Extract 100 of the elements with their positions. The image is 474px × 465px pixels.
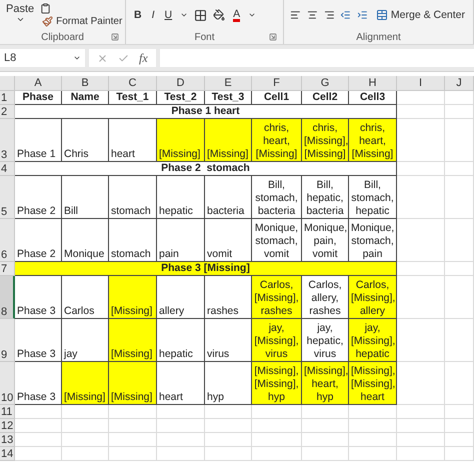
- format-button[interactable]: U: [162, 9, 174, 21]
- table-cell: Bill, stomach, hepatic: [349, 176, 397, 219]
- merge-center-button[interactable]: Merge & Center: [374, 9, 468, 21]
- align-right-icon[interactable]: [324, 9, 334, 21]
- table-cell: bacteria: [205, 176, 252, 219]
- caret-icon[interactable]: [248, 11, 256, 19]
- table-cell: pain: [157, 219, 205, 262]
- group-label: Font: [194, 32, 214, 42]
- table-cell: Phase 2: [15, 219, 62, 262]
- table-cell: Carlos, [Missing], allery: [349, 276, 397, 319]
- insert-function-button[interactable]: fx: [139, 50, 148, 66]
- table-cell: [Missing]: [109, 362, 157, 405]
- row-header[interactable]: 6: [0, 219, 15, 262]
- column-header[interactable]: I: [397, 76, 445, 91]
- table-cell: rashes: [205, 276, 252, 319]
- borders-icon[interactable]: [194, 8, 208, 22]
- column-header[interactable]: D: [157, 76, 205, 91]
- column-heading: Name: [62, 91, 109, 105]
- row-header[interactable]: 10: [0, 362, 15, 405]
- section-heading: Phase 3 [Missing]: [15, 262, 397, 276]
- table-cell: Chris: [62, 119, 109, 162]
- column-heading: Test_2: [157, 91, 205, 105]
- table-cell: chris, heart, [Missing]: [349, 119, 397, 162]
- table-cell: hepatic: [157, 319, 205, 362]
- table-cell: Bill, stomach, bacteria: [252, 176, 302, 219]
- row-header[interactable]: 14: [0, 447, 15, 461]
- column-heading: Phase: [15, 91, 62, 105]
- font-color-button[interactable]: A: [231, 8, 242, 22]
- paste-button[interactable]: Paste: [6, 3, 34, 24]
- row-header[interactable]: 4: [0, 162, 15, 176]
- row-header[interactable]: 3: [0, 119, 15, 162]
- table-cell: [Missing]: [62, 362, 109, 405]
- table-cell: Carlos: [62, 276, 109, 319]
- indent-increase-icon[interactable]: [357, 9, 368, 21]
- section-heading: Phase 2 stomach: [15, 162, 397, 176]
- format-button[interactable]: B: [132, 9, 144, 21]
- row-header[interactable]: 1: [0, 91, 15, 105]
- table-cell: Monique: [62, 219, 109, 262]
- table-cell: Phase 1: [15, 119, 62, 162]
- column-header[interactable]: B: [62, 76, 109, 91]
- check-icon[interactable]: [118, 52, 129, 64]
- row-header[interactable]: 5: [0, 176, 15, 219]
- caret-icon: [73, 54, 81, 62]
- table-cell: [Missing]: [157, 119, 205, 162]
- table-cell: Monique, stomach, vomit: [252, 219, 302, 262]
- cancel-icon[interactable]: [97, 52, 108, 64]
- table-cell: Phase 3: [15, 319, 62, 362]
- caret-icon[interactable]: [180, 11, 188, 19]
- row-header[interactable]: 13: [0, 433, 15, 447]
- column-heading: Cell1: [252, 91, 302, 105]
- group-label: Alignment: [356, 32, 401, 42]
- row-header[interactable]: 11: [0, 405, 15, 419]
- dialog-launcher-icon[interactable]: [269, 33, 277, 41]
- merge-icon: [376, 9, 388, 21]
- align-left-icon[interactable]: [290, 9, 301, 21]
- column-header[interactable]: E: [205, 76, 252, 91]
- column-heading: Test_1: [109, 91, 157, 105]
- table-cell: jay: [62, 319, 109, 362]
- table-cell: allery: [157, 276, 205, 319]
- column-header[interactable]: H: [349, 76, 397, 91]
- row-header[interactable]: 2: [0, 105, 15, 119]
- row-header[interactable]: 7: [0, 262, 15, 276]
- indent-decrease-icon[interactable]: [340, 9, 352, 21]
- paint-bucket-icon[interactable]: [213, 9, 226, 21]
- table-cell: Carlos, allery, rashes: [302, 276, 349, 319]
- column-header[interactable]: F: [252, 76, 302, 91]
- table-cell: hyp: [205, 362, 252, 405]
- table-cell: [Missing]: [109, 276, 157, 319]
- table-cell: hepatic: [157, 176, 205, 219]
- table-cell: Phase 2: [15, 176, 62, 219]
- align-center-icon[interactable]: [306, 9, 318, 21]
- column-header[interactable]: G: [302, 76, 349, 91]
- format-button[interactable]: I: [150, 9, 157, 21]
- column-header[interactable]: C: [109, 76, 157, 91]
- table-cell: virus: [205, 319, 252, 362]
- table-cell: Phase 3: [15, 362, 62, 405]
- table-cell: Carlos, [Missing], rashes: [252, 276, 302, 319]
- name-box[interactable]: L8: [0, 49, 85, 67]
- column-header[interactable]: A: [15, 76, 62, 91]
- format-painter-button[interactable]: Format Painter: [40, 16, 124, 27]
- table-cell: [Missing], [Missing], hyp: [252, 362, 302, 405]
- table-cell: Bill, hepatic, bacteria: [302, 176, 349, 219]
- table-cell: [Missing]: [109, 319, 157, 362]
- table-cell: [Missing], [Missing], heart: [349, 362, 397, 405]
- row-header[interactable]: 12: [0, 419, 15, 433]
- table-cell: jay, hepatic, virus: [302, 319, 349, 362]
- table-cell: vomit: [205, 219, 252, 262]
- group-label: Clipboard: [41, 32, 84, 42]
- copy-icon[interactable]: [40, 3, 52, 14]
- row-header[interactable]: 9: [0, 319, 15, 362]
- select-all-corner[interactable]: [0, 76, 15, 91]
- column-heading: Test_3: [205, 91, 252, 105]
- table-cell: [Missing], heart, hyp: [302, 362, 349, 405]
- table-cell: Bill: [62, 176, 109, 219]
- row-header[interactable]: 8: [0, 276, 15, 319]
- dialog-launcher-icon[interactable]: [111, 33, 119, 41]
- table-cell: heart: [109, 119, 157, 162]
- paintbrush-icon: [42, 16, 54, 27]
- table-cell: Phase 3: [15, 276, 62, 319]
- column-header[interactable]: J: [445, 76, 474, 91]
